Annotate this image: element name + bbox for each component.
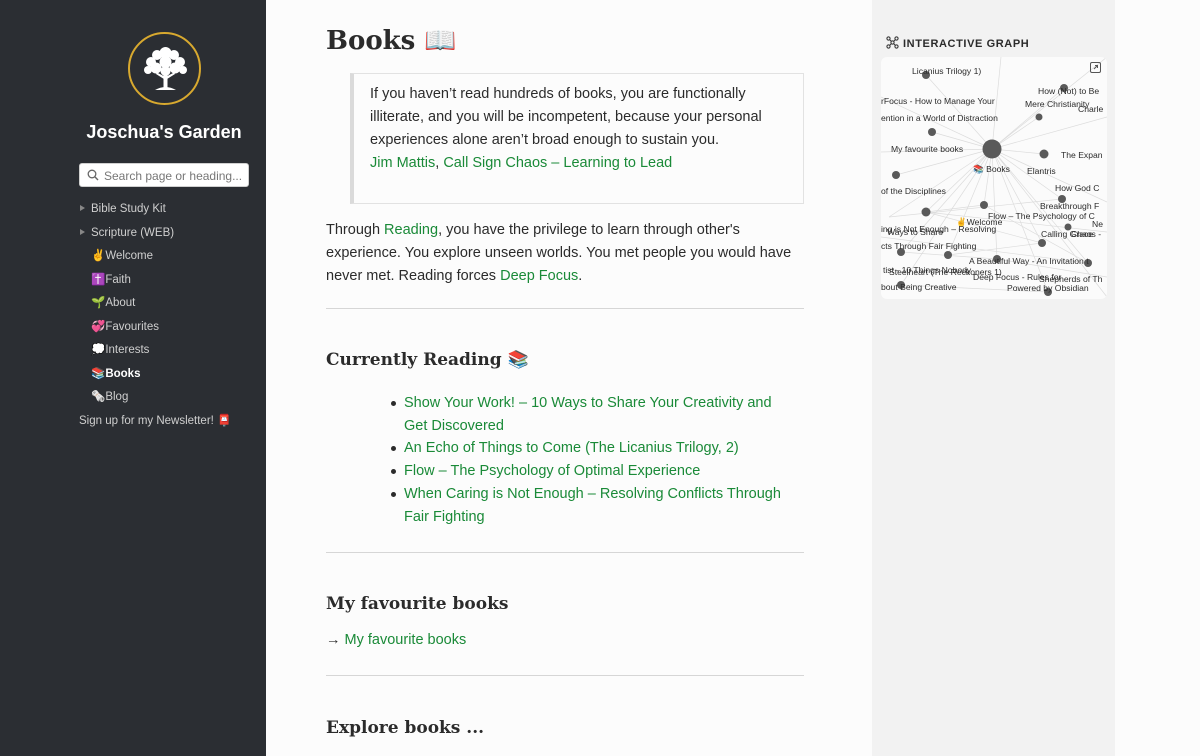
graph-node-label: cts Through Fair Fighting xyxy=(881,241,977,251)
graph-title: INTERACTIVE GRAPH xyxy=(886,36,1029,50)
graph-icon xyxy=(886,36,899,49)
sidebar-item-newsletter[interactable]: Sign up for my Newsletter! 📮 xyxy=(79,412,259,436)
graph-node-label: Ways to Share xyxy=(887,227,943,237)
graph-canvas[interactable]: Licanius Trilogy 1) How (Not) to Be Mere… xyxy=(881,57,1107,299)
sidebar-item-label: 💭Interests xyxy=(91,344,150,356)
sidebar-item-about[interactable]: 🌱About xyxy=(79,294,259,318)
sidebar-item-label: ✝️Faith xyxy=(91,273,131,286)
graph-node-label: A Beautiful Way - An Invitation t xyxy=(969,256,1089,266)
chevron-right-icon xyxy=(80,205,85,211)
intro-text: . xyxy=(578,268,583,284)
sidebar-nav: Bible Study Kit Scripture (WEB) ✌️Welcom… xyxy=(79,200,259,435)
sidebar-item-label: Bible Study Kit xyxy=(91,203,166,215)
list-item: When Caring is Not Enough – Resolving Co… xyxy=(391,483,784,528)
sidebar-item-label: 💞Favourites xyxy=(91,320,160,333)
graph-node-label: How (Not) to Be xyxy=(1038,86,1099,96)
sidebar-item-scripture[interactable]: Scripture (WEB) xyxy=(79,224,259,248)
graph-node-label: 📚 Books xyxy=(973,164,1010,174)
quote-author-link[interactable]: Jim Mattis xyxy=(370,155,435,171)
graph-node-label: Breakthrough F xyxy=(1040,201,1099,211)
graph-node-label: ention in a World of Distraction xyxy=(881,113,998,123)
sidebar-item-label: 🗞️Blog xyxy=(91,391,129,403)
sidebar-item-welcome[interactable]: ✌️Welcome xyxy=(79,247,259,271)
favourite-books-link[interactable]: My favourite books xyxy=(345,632,467,648)
intro-text: Through xyxy=(326,222,385,238)
sidebar-item-blog[interactable]: 🗞️Blog xyxy=(79,388,259,412)
graph-node-label: bout Being Creative xyxy=(881,282,957,292)
sidebar-item-faith[interactable]: ✝️Faith xyxy=(79,271,259,295)
sidebar-item-label: Scripture (WEB) xyxy=(91,226,175,239)
expand-icon[interactable] xyxy=(1090,62,1101,73)
chevron-right-icon xyxy=(80,228,85,235)
sidebar-item-label: 🌱About xyxy=(91,297,136,309)
currently-reading-heading: Currently Reading 📚 xyxy=(326,350,529,370)
sidebar-item-bible-study-kit[interactable]: Bible Study Kit xyxy=(79,200,259,224)
graph-node-label: My favourite books xyxy=(891,144,963,154)
book-link[interactable]: Show Your Work! – 10 Ways to Share Your … xyxy=(404,395,772,434)
sidebar-item-label: ✌️Welcome xyxy=(91,250,154,262)
favourite-books-heading: My favourite books xyxy=(326,594,509,614)
book-link[interactable]: An Echo of Things to Come (The Licanius … xyxy=(404,440,739,456)
list-item: Show Your Work! – 10 Ways to Share Your … xyxy=(391,392,784,437)
sidebar-item-label: Sign up for my Newsletter! 📮 xyxy=(79,414,232,427)
arrow-right-icon: → xyxy=(326,632,345,648)
deep-focus-link[interactable]: Deep Focus xyxy=(500,268,578,284)
page-title: Books 📖 xyxy=(326,26,457,56)
graph-node-label: Licanius Trilogy 1) xyxy=(912,66,981,76)
sidebar-item-interests[interactable]: 💭Interests xyxy=(79,341,259,365)
favourite-books-row: → My favourite books xyxy=(326,632,466,648)
book-link[interactable]: Flow – The Psychology of Optimal Experie… xyxy=(404,463,700,479)
book-link[interactable]: When Caring is Not Enough – Resolving Co… xyxy=(404,486,781,525)
graph-node-label: Ne xyxy=(1092,219,1103,229)
quote-citation: Jim Mattis, Call Sign Chaos – Learning t… xyxy=(370,152,787,175)
divider xyxy=(326,308,804,309)
graph-node-label: rFocus - How to Manage Your xyxy=(881,96,995,106)
sidebar-item-books[interactable]: 📚Books xyxy=(79,365,259,389)
graph-node-label: Powered by Obsidian xyxy=(1007,283,1089,293)
sidebar-item-label: 📚Books xyxy=(91,367,141,380)
graph-node-label: Charle xyxy=(1078,104,1104,114)
graph-node-label: The Expan xyxy=(1061,150,1103,160)
graph-node-label: Elantris xyxy=(1027,166,1056,176)
currently-reading-list: Show Your Work! – 10 Ways to Share Your … xyxy=(391,392,784,528)
interactive-graph[interactable]: Licanius Trilogy 1) How (Not) to Be Mere… xyxy=(881,57,1107,299)
divider xyxy=(326,675,804,676)
search-icon xyxy=(87,169,99,181)
intro-paragraph: Through Reading, you have the privilege … xyxy=(326,219,806,288)
quote-block: If you haven’t read hundreds of books, y… xyxy=(350,73,804,204)
graph-node-label: Chaos - xyxy=(1071,229,1101,239)
graph-labels: Licanius Trilogy 1) How (Not) to Be Mere… xyxy=(881,66,1104,293)
reading-link[interactable]: Reading xyxy=(384,222,438,238)
list-item: Flow – The Psychology of Optimal Experie… xyxy=(391,460,784,483)
graph-node-label: of the Disciplines xyxy=(881,186,946,196)
sidebar: Joschua's Garden Bible Study Kit Scriptu… xyxy=(0,0,266,756)
divider xyxy=(326,552,804,553)
site-title[interactable]: Joschua's Garden xyxy=(0,122,328,143)
explore-books-heading: Explore books ... xyxy=(326,718,485,738)
tree-icon xyxy=(144,47,187,90)
graph-title-text: INTERACTIVE GRAPH xyxy=(903,38,1030,50)
quote-source-link[interactable]: Call Sign Chaos – Learning to Lead xyxy=(443,155,672,171)
sidebar-item-favourites[interactable]: 💞Favourites xyxy=(79,318,259,342)
search-input[interactable] xyxy=(104,167,244,185)
search-box[interactable] xyxy=(79,163,249,187)
graph-node-label: How God C xyxy=(1055,183,1099,193)
list-item: An Echo of Things to Come (The Licanius … xyxy=(391,437,784,460)
graph-node-label: Flow – The Psychology of C xyxy=(988,211,1095,221)
quote-text: If you haven’t read hundreds of books, y… xyxy=(370,86,762,148)
right-panel: INTERACTIVE GRAPH Licanius Trilogy 1) Ho… xyxy=(872,0,1115,756)
site-logo[interactable] xyxy=(128,32,201,105)
